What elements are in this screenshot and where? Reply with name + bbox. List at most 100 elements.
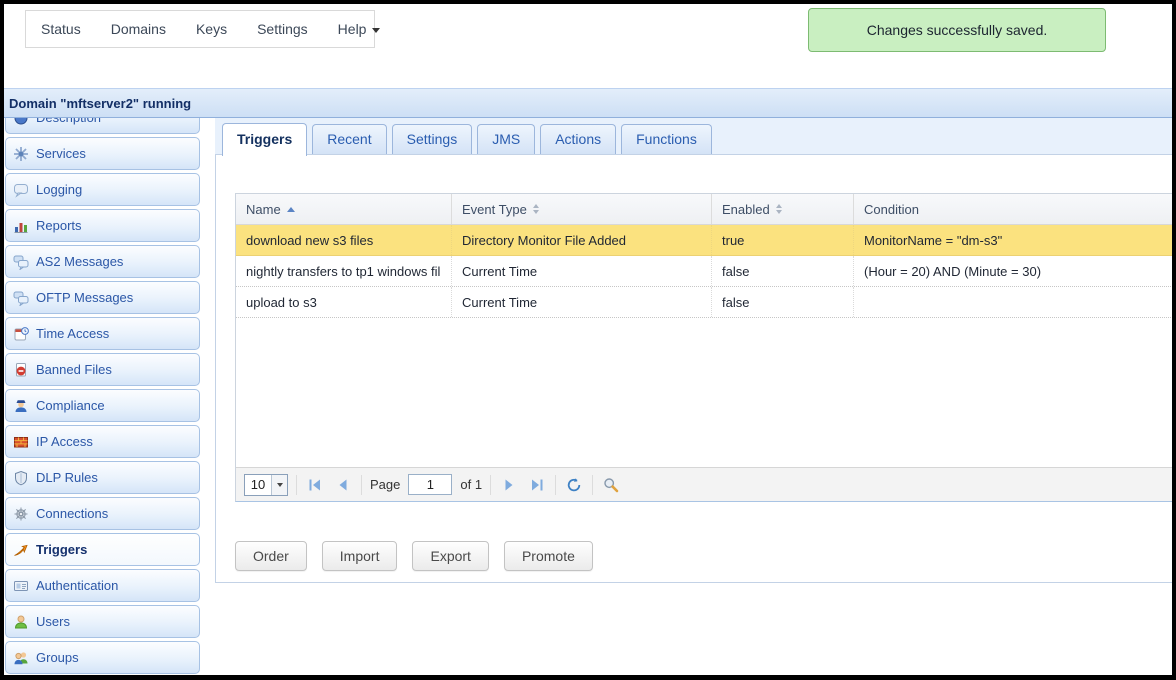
sidebar-item-time-access[interactable]: Time Access xyxy=(5,317,200,350)
sidebar-item-dlp-rules[interactable]: DLP Rules xyxy=(5,461,200,494)
sidebar-item-compliance[interactable]: Compliance xyxy=(5,389,200,422)
first-page-button[interactable] xyxy=(305,475,325,495)
page-size-select[interactable]: 10 xyxy=(244,474,288,496)
chevron-down-icon xyxy=(372,28,380,33)
column-header-name[interactable]: Name xyxy=(236,194,452,224)
toast-message: Changes successfully saved. xyxy=(867,22,1048,38)
sort-both-icon xyxy=(776,204,782,214)
column-label: Enabled xyxy=(722,202,770,217)
nav-settings-label: Settings xyxy=(257,21,308,37)
description-icon xyxy=(13,118,29,126)
cell-condition xyxy=(854,287,1172,317)
oftp-messages-icon xyxy=(13,290,29,306)
column-header-enabled[interactable]: Enabled xyxy=(712,194,854,224)
ip-access-icon xyxy=(13,434,29,450)
promote-button[interactable]: Promote xyxy=(504,541,593,571)
nav-help-menu[interactable]: Help xyxy=(323,21,396,37)
sidebar-item-ip-access[interactable]: IP Access xyxy=(5,425,200,458)
sidebar-item-label: Services xyxy=(36,146,86,161)
tab-triggers[interactable]: Triggers xyxy=(222,123,307,156)
page-number-input[interactable] xyxy=(408,474,452,495)
table-empty-area xyxy=(236,318,1172,467)
cell-enabled: true xyxy=(712,225,854,255)
column-label: Condition xyxy=(864,202,919,217)
divider xyxy=(555,475,556,495)
nav-settings[interactable]: Settings xyxy=(242,21,323,37)
sidebar-item-label: Description xyxy=(36,118,101,125)
sidebar-item-label: Users xyxy=(36,614,70,629)
divider xyxy=(361,475,362,495)
sidebar-item-banned-files[interactable]: Banned Files xyxy=(5,353,200,386)
sidebar-item-label: Groups xyxy=(36,650,79,665)
sidebar-item-authentication[interactable]: Authentication xyxy=(5,569,200,602)
sidebar-item-oftp-messages[interactable]: OFTP Messages xyxy=(5,281,200,314)
sidebar-item-label: Authentication xyxy=(36,578,118,593)
sidebar-item-label: Compliance xyxy=(36,398,105,413)
groups-icon xyxy=(13,650,29,666)
previous-page-button[interactable] xyxy=(333,475,353,495)
triggers-icon xyxy=(13,542,29,558)
last-page-button[interactable] xyxy=(527,475,547,495)
banned-files-icon xyxy=(13,362,29,378)
cell-event-type: Directory Monitor File Added xyxy=(452,225,712,255)
tab-recent[interactable]: Recent xyxy=(312,124,386,155)
table-row[interactable]: upload to s3 Current Time false xyxy=(236,287,1172,318)
tab-settings[interactable]: Settings xyxy=(392,124,473,155)
sidebar-item-label: Time Access xyxy=(36,326,109,341)
sidebar-item-as2-messages[interactable]: AS2 Messages xyxy=(5,245,200,278)
sidebar-item-users[interactable]: Users xyxy=(5,605,200,638)
column-header-event-type[interactable]: Event Type xyxy=(452,194,712,224)
cell-event-type: Current Time xyxy=(452,256,712,286)
cell-enabled: false xyxy=(712,256,854,286)
tab-label: Triggers xyxy=(237,131,292,147)
refresh-button[interactable] xyxy=(564,475,584,495)
sidebar-item-label: DLP Rules xyxy=(36,470,98,485)
pagination-toolbar: 10 Page of 1 xyxy=(236,467,1172,501)
sidebar-item-connections[interactable]: Connections xyxy=(5,497,200,530)
cell-condition: (Hour = 20) AND (Minute = 30) xyxy=(854,256,1172,286)
export-button[interactable]: Export xyxy=(412,541,488,571)
nav-status-label: Status xyxy=(41,21,81,37)
tab-functions[interactable]: Functions xyxy=(621,124,712,155)
sidebar-item-label: Logging xyxy=(36,182,82,197)
sidebar-item-groups[interactable]: Groups xyxy=(5,641,200,674)
cell-name: upload to s3 xyxy=(236,287,452,317)
next-page-button[interactable] xyxy=(499,475,519,495)
sidebar-list: Description Services Logging Reports AS2… xyxy=(4,118,201,674)
tab-label: Actions xyxy=(555,131,601,147)
page-label: Page xyxy=(370,477,400,492)
authentication-icon xyxy=(13,578,29,594)
dlp-rules-icon xyxy=(13,470,29,486)
table-row[interactable]: nightly transfers to tp1 windows fil Cur… xyxy=(236,256,1172,287)
sidebar-item-services[interactable]: Services xyxy=(5,137,200,170)
tab-bar: Triggers Recent Settings JMS Actions Fun… xyxy=(215,118,1172,155)
domain-status-text: Domain "mftserver2" running xyxy=(9,96,191,111)
sidebar-item-triggers[interactable]: Triggers xyxy=(5,533,200,566)
search-button[interactable] xyxy=(601,475,621,495)
page-count-label: of 1 xyxy=(460,477,482,492)
tab-label: Functions xyxy=(636,131,697,147)
divider xyxy=(490,475,491,495)
nav-status[interactable]: Status xyxy=(26,21,96,37)
sidebar-item-reports[interactable]: Reports xyxy=(5,209,200,242)
top-nav: Status Domains Keys Settings Help xyxy=(25,10,375,48)
sidebar-item-description[interactable]: Description xyxy=(5,118,200,134)
time-access-icon xyxy=(13,326,29,342)
cell-enabled: false xyxy=(712,287,854,317)
table-row[interactable]: download new s3 files Directory Monitor … xyxy=(236,225,1172,256)
tab-actions[interactable]: Actions xyxy=(540,124,616,155)
import-button[interactable]: Import xyxy=(322,541,398,571)
sidebar-item-label: OFTP Messages xyxy=(36,290,133,305)
nav-domains-label: Domains xyxy=(111,21,166,37)
triggers-table: Name Event Type Enabled Condition downlo… xyxy=(235,193,1172,502)
tab-jms[interactable]: JMS xyxy=(477,124,535,155)
nav-domains[interactable]: Domains xyxy=(96,21,181,37)
sidebar-item-label: Reports xyxy=(36,218,82,233)
sidebar-item-logging[interactable]: Logging xyxy=(5,173,200,206)
sidebar-item-label: Triggers xyxy=(36,542,87,557)
column-header-condition[interactable]: Condition xyxy=(854,194,1172,224)
order-button[interactable]: Order xyxy=(235,541,307,571)
domain-status-bar: Domain "mftserver2" running xyxy=(4,88,1172,118)
nav-keys[interactable]: Keys xyxy=(181,21,242,37)
divider xyxy=(296,475,297,495)
